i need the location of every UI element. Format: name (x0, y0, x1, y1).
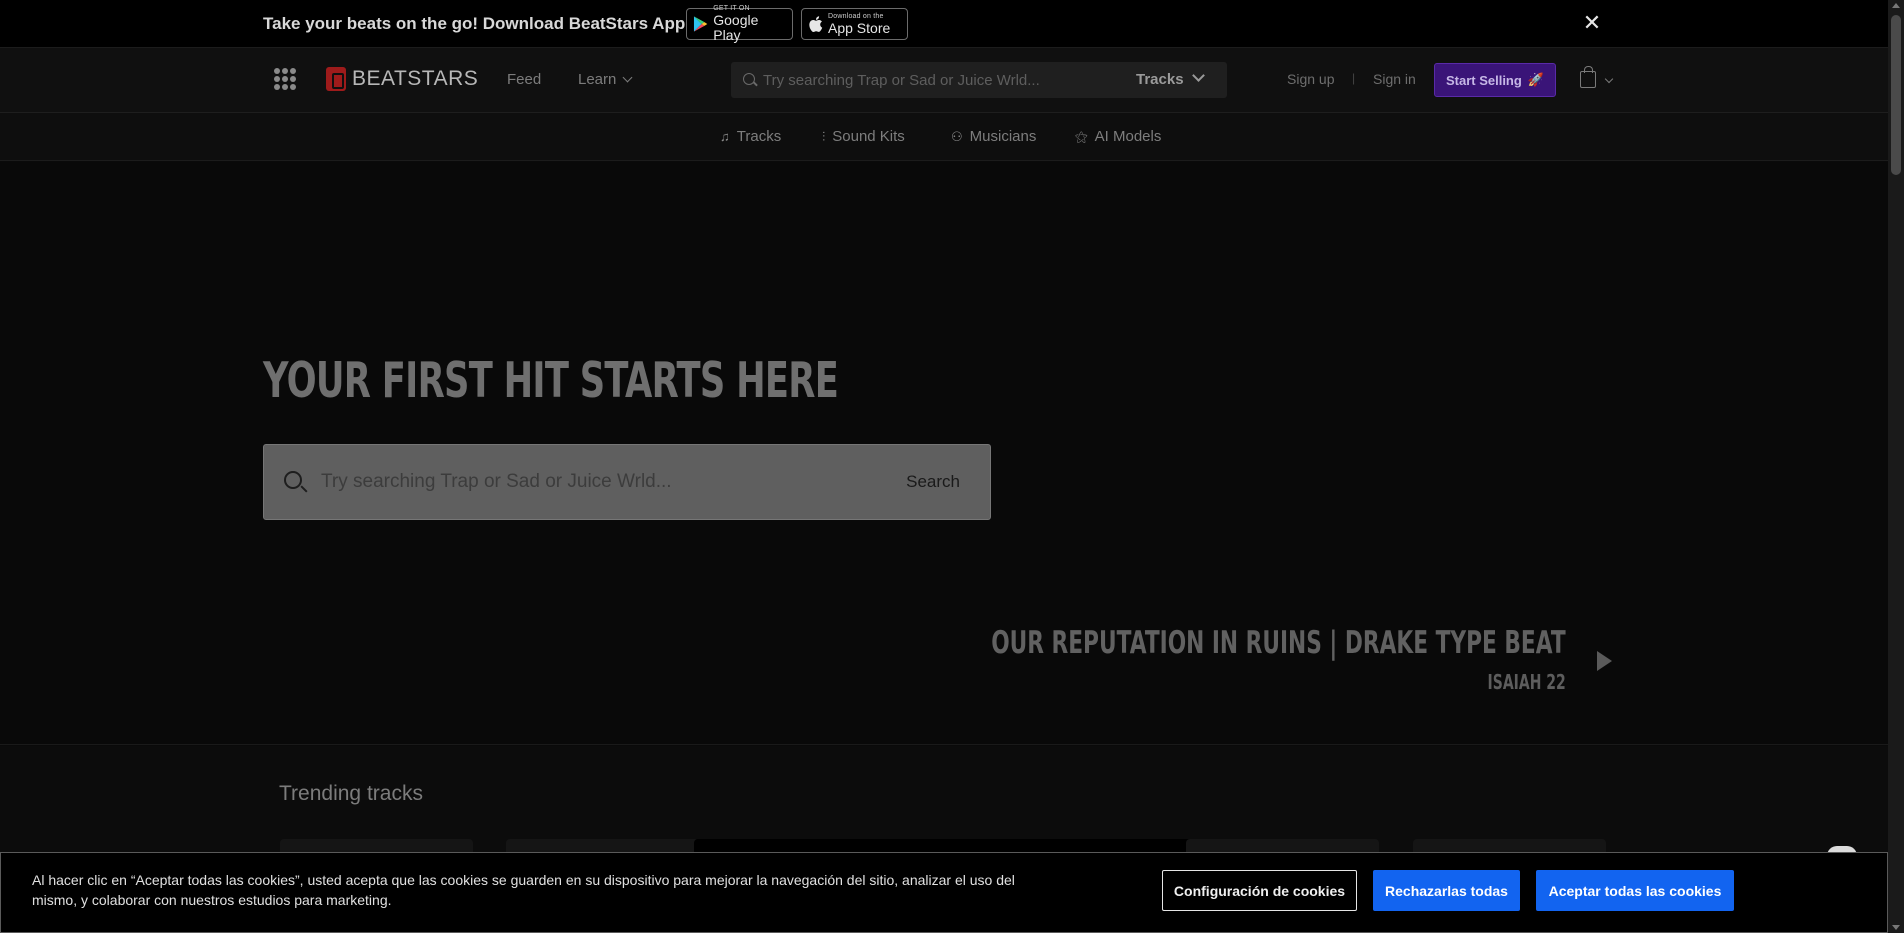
subnav-item-label: Sound Kits (832, 128, 905, 145)
search-icon (743, 73, 755, 85)
hero-search-button[interactable]: Search (906, 472, 960, 492)
ai-voice-icon: ⚝ (1075, 128, 1088, 144)
subnav-item-tracks[interactable]: ♫ Tracks (720, 128, 781, 145)
category-subnav: ♫ Tracks ⫶ Sound Kits ⚇ Musicians ⚝ AI M… (0, 113, 1888, 161)
cookie-consent-banner: Al hacer clic en “Aceptar todas las cook… (0, 852, 1888, 933)
logo-text: BEATSTARS (352, 67, 479, 90)
subnav-item-label: Musicians (969, 128, 1037, 145)
beatstars-logo[interactable]: BEATSTARS (326, 67, 478, 91)
search-scope-label: Tracks (1136, 71, 1184, 88)
featured-track-artist[interactable]: ISAIAH 22 (1488, 670, 1566, 694)
app-store-badge[interactable]: Download on the App Store (801, 8, 908, 40)
subnav-item-ai-models[interactable]: ⚝ AI Models (1075, 128, 1161, 145)
hero-title: YOUR FIRST HIT STARTS HERE (263, 352, 839, 409)
scroll-down-arrow-icon[interactable] (1892, 925, 1900, 930)
scroll-up-arrow-icon[interactable] (1892, 3, 1900, 8)
subnav-item-musicians[interactable]: ⚇ Musicians (951, 128, 1036, 145)
waveform-icon: ⫶ (822, 128, 826, 144)
subnav-item-label: AI Models (1094, 128, 1162, 145)
music-note-icon: ♫ (720, 129, 730, 144)
google-play-big-text: Google Play (713, 12, 759, 43)
subnav-item-sound-kits[interactable]: ⫶ Sound Kits (822, 128, 905, 145)
app-store-big-text: App Store (828, 19, 891, 36)
rocket-icon: 🚀 (1527, 72, 1545, 87)
close-icon[interactable]: ✕ (1582, 12, 1602, 34)
google-play-badge[interactable]: GET IT ON Google Play (686, 5, 793, 43)
google-play-icon (693, 16, 708, 32)
hero-search-bar: Search (263, 444, 991, 520)
nav-learn-dropdown[interactable]: Learn (578, 71, 633, 88)
nav-learn-label: Learn (578, 71, 617, 88)
subnav-item-label: Tracks (736, 128, 782, 145)
chevron-down-icon (1191, 69, 1205, 82)
hero-search-input[interactable] (321, 445, 841, 519)
accept-all-cookies-button[interactable]: Aceptar todas las cookies (1536, 870, 1734, 911)
page: Take your beats on the go! Download Beat… (0, 0, 1904, 933)
app-download-banner: Take your beats on the go! Download Beat… (0, 0, 1888, 48)
beatstars-logo-icon (326, 67, 346, 91)
search-scope-dropdown[interactable]: Tracks (1136, 69, 1205, 88)
header-search-bar: Tracks (731, 62, 1227, 98)
start-selling-label: Start Selling (1445, 72, 1522, 88)
apple-icon (809, 16, 823, 32)
app-banner-text: Take your beats on the go! Download Beat… (263, 14, 686, 33)
search-icon (284, 471, 302, 489)
sign-up-link[interactable]: Sign up (1287, 71, 1334, 87)
reject-all-cookies-button[interactable]: Rechazarlas todas (1373, 870, 1520, 911)
nav-feed-link[interactable]: Feed (507, 71, 541, 88)
chevron-down-icon[interactable] (1604, 74, 1614, 84)
play-icon[interactable] (1597, 651, 1612, 671)
shopping-bag-icon[interactable] (1580, 66, 1596, 88)
apps-grid-icon[interactable] (274, 68, 296, 90)
cookie-consent-text: Al hacer clic en “Aceptar todas las cook… (32, 872, 1015, 908)
chevron-down-icon (622, 72, 633, 83)
start-selling-button[interactable]: Start Selling 🚀 (1434, 63, 1556, 97)
hero-section: YOUR FIRST HIT STARTS HERE Search OUR RE… (0, 162, 1888, 745)
sign-in-link[interactable]: Sign in (1373, 71, 1416, 87)
scrollbar-thumb[interactable] (1891, 15, 1901, 175)
page-scrollbar[interactable] (1888, 0, 1904, 933)
main-header: BEATSTARS Feed Learn Tracks Sign up | Si… (0, 48, 1888, 113)
featured-track-title[interactable]: OUR REPUTATION IN RUINS | DRAKE TYPE BEA… (992, 625, 1566, 661)
trending-section-title: Trending tracks (279, 782, 423, 805)
person-icon: ⚇ (951, 128, 963, 144)
cookie-settings-button[interactable]: Configuración de cookies (1162, 870, 1357, 911)
auth-separator: | (1352, 71, 1356, 85)
header-search-input[interactable] (763, 62, 1103, 98)
